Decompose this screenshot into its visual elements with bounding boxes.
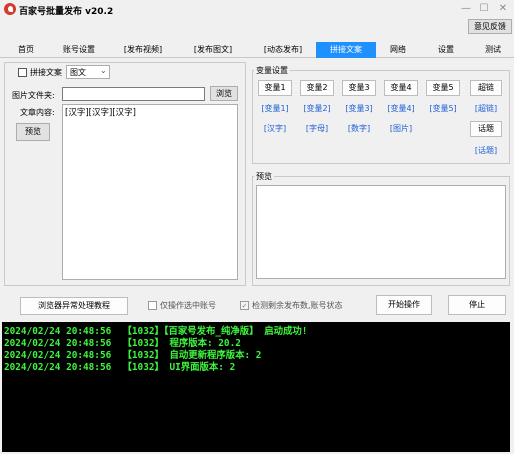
tab-publish-video[interactable]: [发布视频] [116, 42, 170, 58]
content-textarea[interactable]: [汉字][汉字][汉字] [62, 104, 238, 280]
variable-3-button[interactable]: 变量3 [342, 80, 376, 96]
variable-5-link[interactable]: [变量5] [426, 103, 460, 114]
hyperlink-link[interactable]: [超链] [470, 103, 502, 114]
stop-button[interactable]: 停止 [448, 295, 506, 315]
folder-input[interactable] [62, 87, 205, 101]
variable-1-link[interactable]: [变量1] [258, 103, 292, 114]
image-link[interactable]: [图片] [384, 123, 418, 134]
variables-title: 变量设置 [254, 65, 290, 76]
only-selected-checkbox[interactable] [148, 301, 157, 310]
type-select[interactable]: 图文 ⌄ [66, 65, 110, 79]
detect-checkbox[interactable]: ✓ [240, 301, 249, 310]
maximize-icon[interactable]: ☐ [476, 2, 492, 16]
folder-label: 图片文件夹: [12, 91, 55, 100]
tab-account-settings[interactable]: 账号设置 [54, 42, 104, 58]
preview-button[interactable]: 预览 [16, 123, 50, 141]
variable-3-link[interactable]: [变量3] [342, 103, 376, 114]
browse-button[interactable]: 浏览 [210, 86, 238, 101]
chevron-down-icon: ⌄ [100, 66, 107, 75]
variable-5-button[interactable]: 变量5 [426, 80, 460, 96]
log-line: 2024/02/24 20:48:56 【1032】 UI界面版本: 2 [4, 362, 236, 373]
topic-link[interactable]: [话题] [470, 145, 502, 156]
preview-textbox[interactable] [256, 185, 506, 279]
topic-button[interactable]: 话题 [470, 121, 502, 137]
log-console: 2024/02/24 20:48:56 【1032】【百家号发布_纯净版】 启动… [2, 322, 510, 452]
chinese-char-link[interactable]: [汉字] [258, 123, 292, 134]
variable-4-button[interactable]: 变量4 [384, 80, 418, 96]
number-link[interactable]: [数字] [342, 123, 376, 134]
variable-4-link[interactable]: [变量4] [384, 103, 418, 114]
close-icon[interactable]: ✕ [495, 2, 511, 16]
tab-dynamic-publish[interactable]: [动态发布] [256, 42, 310, 58]
variable-2-link[interactable]: [变量2] [300, 103, 334, 114]
minimize-icon[interactable]: — [458, 2, 474, 16]
detect-label: 检测剩余发布数,账号状态 [252, 301, 343, 310]
tab-test[interactable]: 测试 [476, 42, 510, 58]
preview-title: 预览 [254, 171, 274, 182]
hyperlink-button[interactable]: 超链 [470, 80, 502, 96]
only-selected-label: 仅操作选中账号 [160, 301, 216, 310]
content-label: 文章内容: [20, 108, 55, 117]
app-logo-icon [4, 3, 16, 15]
letter-link[interactable]: [字母] [300, 123, 334, 134]
window-title: 百家号批量发布 v20.2 [19, 7, 114, 17]
splice-label: 拼接文案 [30, 68, 62, 77]
variable-2-button[interactable]: 变量2 [300, 80, 334, 96]
tab-publish-article[interactable]: [发布图文] [186, 42, 240, 58]
feedback-button[interactable]: 意见反馈 [468, 19, 512, 34]
tab-home[interactable]: 首页 [6, 42, 46, 58]
browser-tutorial-button[interactable]: 浏览器异常处理教程 [20, 297, 128, 315]
variable-1-button[interactable]: 变量1 [258, 80, 292, 96]
tab-settings[interactable]: 设置 [428, 42, 464, 58]
splice-checkbox[interactable] [18, 68, 27, 77]
type-select-value: 图文 [70, 68, 86, 77]
tab-splice-copy[interactable]: 拼接文案 [316, 42, 376, 58]
start-button[interactable]: 开始操作 [376, 295, 432, 315]
title-bar: 百家号批量发布 v20.2 — ☐ ✕ [0, 0, 514, 18]
tab-network[interactable]: 网络 [380, 42, 416, 58]
